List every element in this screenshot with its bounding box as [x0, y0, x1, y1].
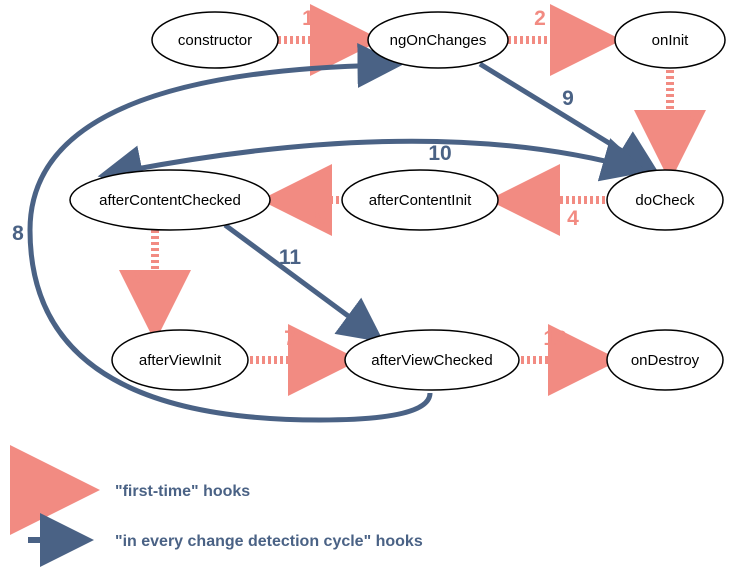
node-onInit: onInit	[615, 12, 725, 68]
edge-1: 1	[278, 7, 370, 40]
svg-text:onInit: onInit	[652, 32, 690, 49]
edge-11: 11	[225, 225, 378, 338]
svg-text:afterViewChecked: afterViewChecked	[371, 352, 492, 369]
svg-text:"first-time" hooks: "first-time" hooks	[115, 483, 250, 500]
lifecycle-diagram: 1 2 3 4 5 6 7 12 8 9	[0, 0, 744, 581]
svg-text:11: 11	[279, 246, 302, 269]
node-afterViewChecked: afterViewChecked	[345, 330, 519, 390]
svg-text:12: 12	[543, 327, 566, 350]
node-afterContentInit: afterContentInit	[342, 170, 498, 230]
svg-text:3: 3	[686, 107, 698, 130]
svg-text:7: 7	[284, 327, 296, 350]
svg-text:4: 4	[567, 207, 579, 230]
legend-first-time: "first-time" hooks	[28, 483, 250, 500]
node-afterViewInit: afterViewInit	[112, 330, 248, 390]
node-ngOnChanges: ngOnChanges	[368, 12, 508, 68]
svg-text:2: 2	[534, 7, 546, 30]
legend-every-cycle: "in every change detection cycle" hooks	[28, 533, 423, 550]
svg-text:6: 6	[132, 267, 144, 290]
node-constructor: constructor	[152, 12, 278, 68]
edge-3: 3	[670, 70, 698, 170]
svg-text:"in every change detection cyc: "in every change detection cycle" hooks	[115, 533, 423, 550]
edge-4: 4	[500, 200, 605, 230]
svg-text:9: 9	[562, 87, 574, 110]
svg-text:doCheck: doCheck	[635, 192, 695, 209]
edge-5: 5	[272, 200, 345, 230]
legend: "first-time" hooks "in every change dete…	[28, 483, 423, 550]
edge-7: 7	[250, 327, 348, 360]
svg-text:afterContentChecked: afterContentChecked	[99, 192, 241, 209]
svg-text:1: 1	[302, 7, 314, 30]
svg-text:8: 8	[12, 222, 24, 245]
edge-2: 2	[508, 7, 610, 40]
svg-text:constructor: constructor	[178, 32, 252, 49]
svg-text:ngOnChanges: ngOnChanges	[390, 32, 487, 49]
svg-text:5: 5	[314, 207, 326, 230]
svg-text:afterViewInit: afterViewInit	[139, 352, 222, 369]
node-afterContentChecked: afterContentChecked	[70, 170, 270, 230]
svg-text:10: 10	[428, 142, 451, 165]
node-doCheck: doCheck	[607, 170, 723, 230]
edge-6: 6	[132, 230, 155, 330]
svg-text:onDestroy: onDestroy	[631, 352, 700, 369]
svg-text:afterContentInit: afterContentInit	[369, 192, 472, 209]
node-onDestroy: onDestroy	[607, 330, 723, 390]
edge-12: 12	[515, 327, 608, 360]
